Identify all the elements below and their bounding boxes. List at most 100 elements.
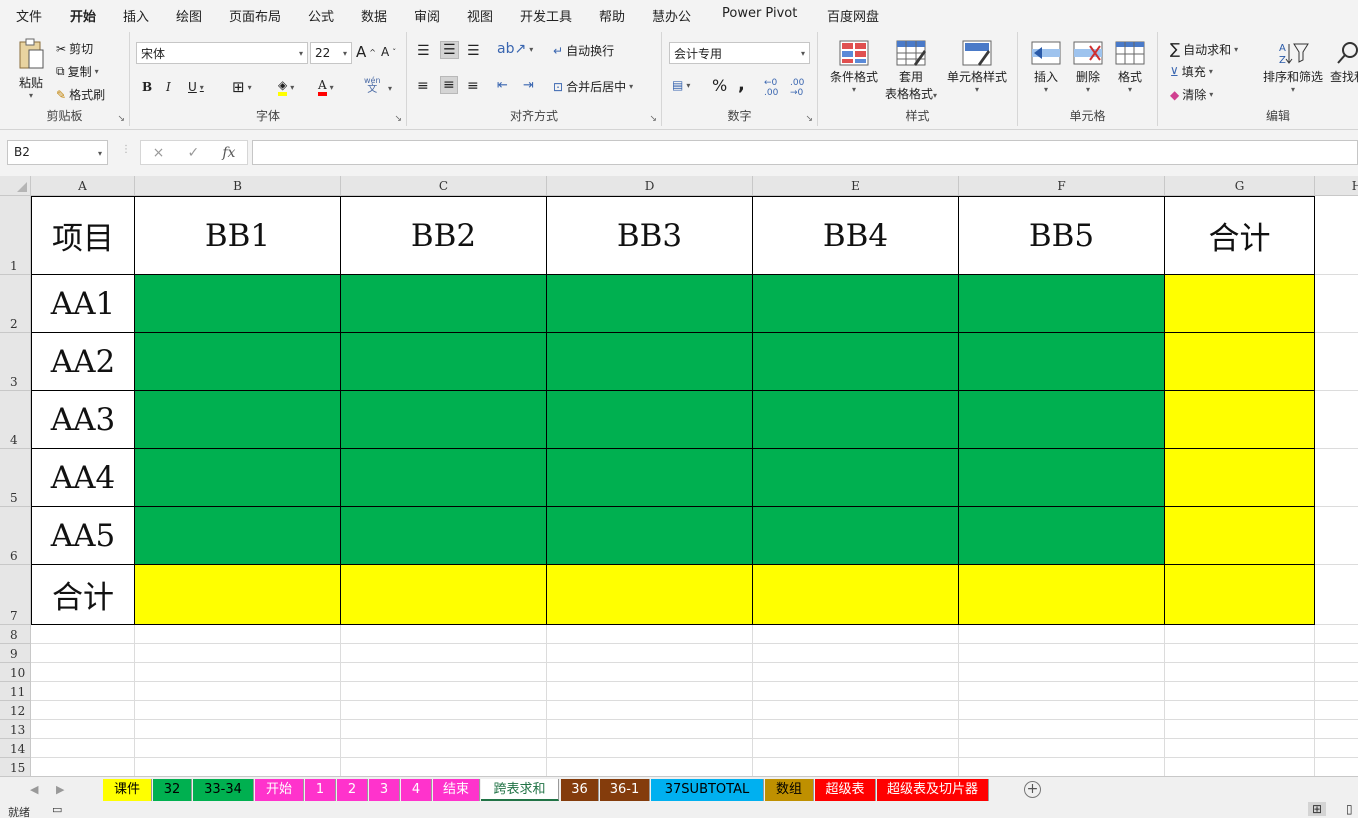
row-label-cell[interactable]: AA2 bbox=[31, 333, 135, 391]
column-header[interactable]: D bbox=[547, 176, 753, 196]
sheet-tab[interactable]: 课件 bbox=[103, 779, 152, 801]
increase-decimal-button[interactable]: ←0.00 bbox=[764, 78, 778, 98]
row-header[interactable]: 10 bbox=[0, 663, 31, 682]
sort-filter-button[interactable]: A Z 排序和筛选 ▾ bbox=[1260, 40, 1326, 94]
data-cell[interactable] bbox=[135, 391, 341, 449]
total-cell[interactable] bbox=[1165, 565, 1315, 625]
sheet-tab[interactable]: 超级表及切片器 bbox=[877, 779, 989, 801]
total-cell[interactable] bbox=[135, 565, 341, 625]
normal-view-icon[interactable]: ⊞ bbox=[1308, 802, 1327, 816]
sheet-tab[interactable]: 37SUBTOTAL bbox=[651, 779, 764, 801]
row-label-cell[interactable]: AA1 bbox=[31, 275, 135, 333]
cell[interactable] bbox=[341, 739, 547, 758]
name-box[interactable]: B2 ▾ bbox=[7, 140, 108, 165]
cell[interactable] bbox=[1315, 758, 1358, 776]
data-cell[interactable] bbox=[753, 275, 959, 333]
cell[interactable] bbox=[341, 758, 547, 776]
column-label-cell[interactable]: BB4 bbox=[753, 196, 959, 275]
total-cell[interactable] bbox=[1165, 507, 1315, 565]
column-header[interactable]: B bbox=[135, 176, 341, 196]
cell[interactable] bbox=[1315, 275, 1358, 333]
cell[interactable] bbox=[959, 701, 1165, 720]
cell[interactable] bbox=[959, 644, 1165, 663]
data-cell[interactable] bbox=[547, 391, 753, 449]
row-label-cell[interactable]: AA5 bbox=[31, 507, 135, 565]
row-header[interactable]: 3 bbox=[0, 333, 31, 391]
dialog-launcher-icon[interactable]: ↘ bbox=[805, 114, 813, 124]
sheet-tab[interactable]: 结束 bbox=[433, 779, 480, 801]
scroll-right-icon[interactable]: ▶ bbox=[56, 783, 64, 796]
cell[interactable] bbox=[547, 625, 753, 644]
data-cell[interactable] bbox=[547, 507, 753, 565]
column-header[interactable]: E bbox=[753, 176, 959, 196]
cell[interactable] bbox=[31, 682, 135, 701]
cell[interactable] bbox=[1315, 391, 1358, 449]
row-header[interactable]: 9 bbox=[0, 644, 31, 663]
sheet-tab[interactable]: 33-34 bbox=[193, 779, 254, 801]
cell[interactable] bbox=[547, 644, 753, 663]
paste-button[interactable]: 粘贴 ▾ bbox=[14, 38, 48, 100]
dialog-launcher-icon[interactable]: ↘ bbox=[649, 114, 657, 124]
data-cell[interactable] bbox=[959, 275, 1165, 333]
cell[interactable] bbox=[959, 758, 1165, 776]
font-color-button[interactable]: A ▾ bbox=[318, 78, 334, 96]
sheet-tab[interactable]: 36 bbox=[561, 779, 599, 801]
cell[interactable] bbox=[753, 739, 959, 758]
row-label-cell[interactable]: AA3 bbox=[31, 391, 135, 449]
align-top-button[interactable]: ☰ bbox=[417, 43, 430, 59]
total-cell[interactable] bbox=[1165, 275, 1315, 333]
tab-page-layout[interactable]: 页面布局 bbox=[229, 6, 281, 25]
cell[interactable] bbox=[753, 701, 959, 720]
wrap-text-button[interactable]: ↵ 自动换行 bbox=[553, 42, 614, 59]
cell[interactable] bbox=[1315, 196, 1358, 275]
cell[interactable] bbox=[31, 663, 135, 682]
decrease-indent-button[interactable]: ⇤ bbox=[497, 78, 508, 93]
bold-button[interactable]: B bbox=[142, 80, 152, 94]
cell[interactable] bbox=[135, 644, 341, 663]
cell[interactable] bbox=[1315, 682, 1358, 701]
delete-cells-button[interactable]: 删除 ▾ bbox=[1070, 40, 1106, 94]
cell-styles-button[interactable]: 单元格样式 ▾ bbox=[944, 40, 1010, 94]
cut-button[interactable]: ✂ 剪切 bbox=[56, 40, 93, 57]
column-label-cell[interactable]: BB2 bbox=[341, 196, 547, 275]
add-sheet-button[interactable]: + bbox=[1024, 781, 1041, 798]
cell[interactable] bbox=[135, 682, 341, 701]
cell[interactable] bbox=[1315, 449, 1358, 507]
cell[interactable] bbox=[135, 663, 341, 682]
total-cell[interactable] bbox=[753, 565, 959, 625]
clear-button[interactable]: ◆ 清除 ▾ bbox=[1170, 86, 1213, 103]
number-format-select[interactable]: 会计专用 ▾ bbox=[669, 42, 810, 64]
data-cell[interactable] bbox=[341, 333, 547, 391]
cell[interactable] bbox=[959, 625, 1165, 644]
grow-font-button[interactable]: A ^ bbox=[356, 43, 376, 61]
align-middle-button[interactable]: ☰ bbox=[440, 41, 459, 59]
cell[interactable] bbox=[135, 625, 341, 644]
cell[interactable] bbox=[341, 720, 547, 739]
cell[interactable] bbox=[753, 644, 959, 663]
cell[interactable] bbox=[1315, 701, 1358, 720]
cell[interactable] bbox=[1165, 682, 1315, 701]
page-layout-view-icon[interactable]: ▯ bbox=[1346, 802, 1353, 816]
phonetic-guide-button[interactable]: wén 文 bbox=[364, 76, 381, 95]
formula-input[interactable] bbox=[252, 140, 1358, 165]
tab-review[interactable]: 审阅 bbox=[414, 6, 440, 25]
column-label-cell[interactable]: BB1 bbox=[135, 196, 341, 275]
tab-huibangong[interactable]: 慧办公 bbox=[652, 6, 691, 25]
sheet-tab[interactable]: 开始 bbox=[255, 779, 304, 801]
column-header[interactable]: A bbox=[31, 176, 135, 196]
cell[interactable] bbox=[547, 758, 753, 776]
cell[interactable] bbox=[753, 663, 959, 682]
tab-help[interactable]: 帮助 bbox=[599, 6, 625, 25]
cell[interactable] bbox=[341, 701, 547, 720]
data-cell[interactable] bbox=[135, 507, 341, 565]
cell[interactable] bbox=[341, 663, 547, 682]
cell[interactable] bbox=[1315, 507, 1358, 565]
row-header[interactable]: 8 bbox=[0, 625, 31, 644]
cell[interactable] bbox=[547, 701, 753, 720]
check-icon[interactable]: ✓ bbox=[187, 145, 199, 161]
cell[interactable] bbox=[1315, 625, 1358, 644]
data-cell[interactable] bbox=[959, 333, 1165, 391]
cell[interactable] bbox=[135, 758, 341, 776]
percent-style-button[interactable]: % bbox=[712, 76, 727, 95]
data-cell[interactable] bbox=[341, 275, 547, 333]
